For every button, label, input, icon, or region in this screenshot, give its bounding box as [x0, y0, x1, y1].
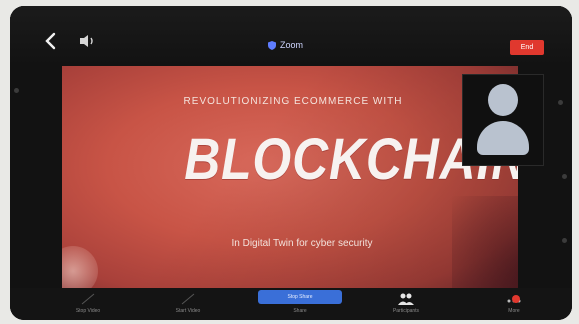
toolbar-label: Participants — [392, 308, 420, 314]
slide-title: BLOCKCHAIN — [184, 127, 518, 192]
back-button[interactable] — [44, 32, 58, 50]
indicator-dot — [558, 100, 563, 105]
toolbar-stop-video[interactable]: Stop Video — [60, 290, 116, 318]
avatar-body — [477, 121, 529, 155]
chevron-left-icon — [45, 32, 56, 50]
toolbar-label: Share — [293, 308, 307, 314]
toolbar-start-video[interactable]: Start Video — [160, 290, 216, 318]
left-margin — [10, 66, 62, 288]
video-icon — [81, 293, 95, 305]
slide-heading: REVOLUTIONIZING ECOMMERCE WITH — [183, 96, 403, 107]
self-video-thumbnail[interactable] — [462, 74, 544, 166]
notification-badge — [512, 295, 520, 303]
meeting-title[interactable]: Zoom — [268, 38, 303, 52]
shield-icon — [268, 40, 276, 50]
slide-shadow — [452, 196, 518, 288]
indicator-dot — [562, 174, 567, 179]
toolbar-label: Stop Video — [75, 308, 101, 314]
meeting-top-bar: Zoom End — [10, 6, 572, 66]
slide-subtitle: In Digital Twin for cyber security — [231, 238, 373, 249]
meeting-title-text: Zoom — [280, 40, 304, 50]
indicator-dot — [562, 238, 567, 243]
avatar-head — [488, 84, 518, 116]
toolbar-label: Start Video — [175, 308, 201, 314]
toolbar-participants[interactable]: Participants — [378, 290, 434, 318]
speaker-button[interactable] — [78, 33, 98, 49]
shared-screen[interactable]: REVOLUTIONIZING ECOMMERCE WITH BLOCKCHAI… — [62, 66, 518, 288]
participants-icon — [398, 293, 414, 305]
indicator-dot — [14, 88, 19, 93]
speaker-icon — [80, 35, 93, 47]
toolbar-label: More — [508, 308, 520, 314]
zoom-window: Zoom End REVOLUTIONIZING ECOMMERCE WITH … — [10, 6, 572, 320]
stop-share-button[interactable]: Stop Share — [258, 290, 342, 304]
video-icon — [181, 293, 195, 305]
end-meeting-button[interactable]: End — [510, 40, 544, 55]
